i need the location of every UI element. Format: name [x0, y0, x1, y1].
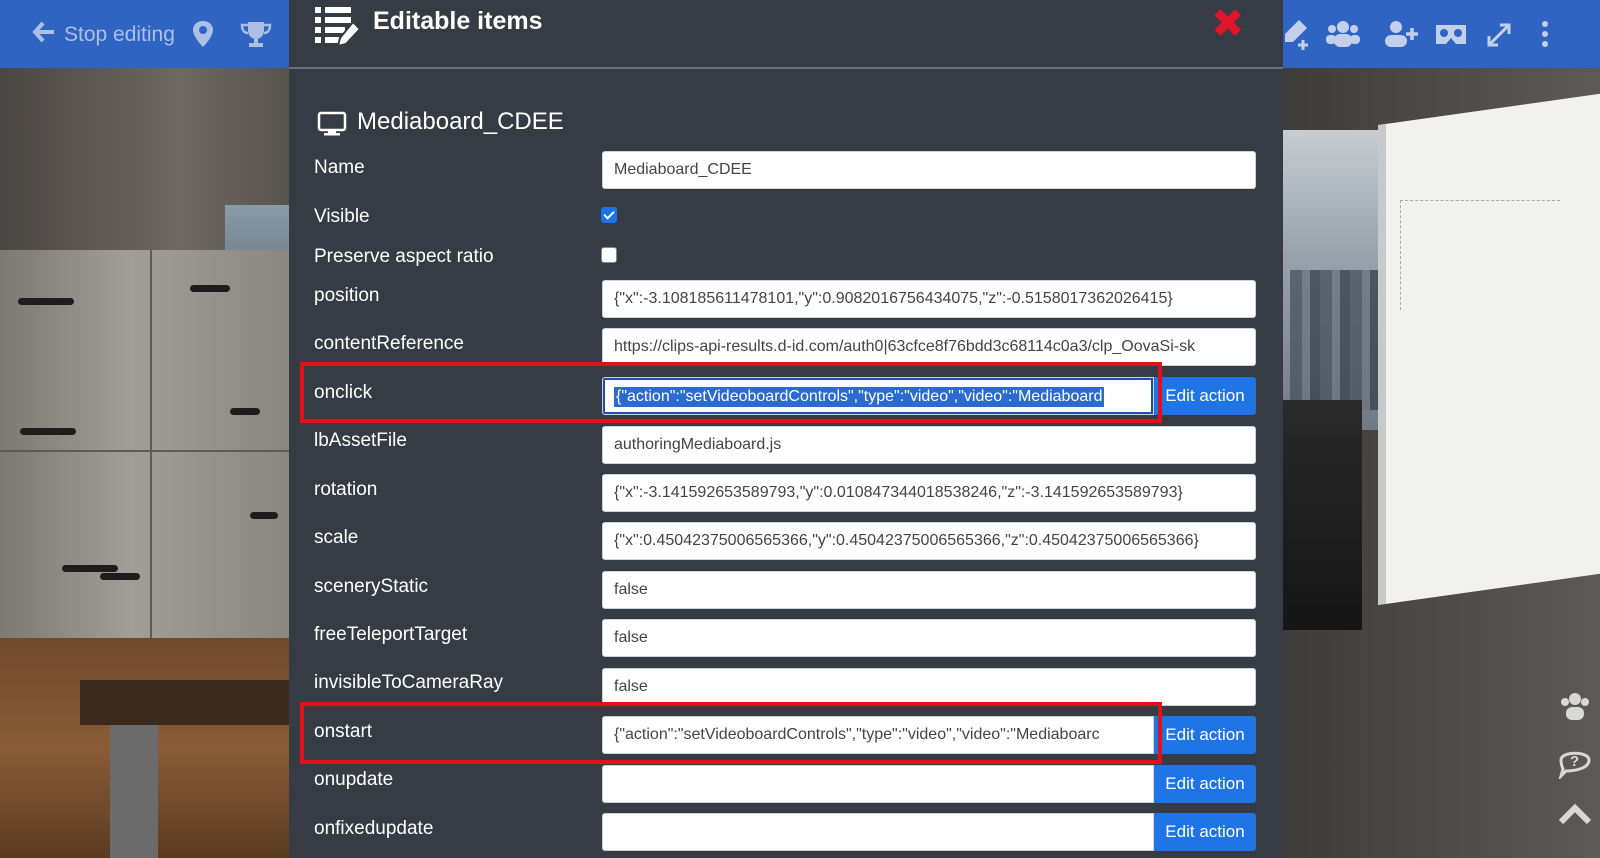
- cabinet-handle: [62, 565, 118, 572]
- field-row-onfixedupdate: onfixedupdate Edit action: [289, 813, 1283, 853]
- field-label: invisibleToCameraRay: [314, 672, 504, 693]
- field-row-rotation: rotation {"x":-3.141592653589793,"y":0.0…: [289, 474, 1283, 514]
- rotation-input[interactable]: {"x":-3.141592653589793,"y":0.0108473440…: [602, 474, 1256, 512]
- expand-icon[interactable]: [1486, 22, 1512, 53]
- cabinet-handle: [250, 512, 278, 519]
- field-row-onupdate: onupdate Edit action: [289, 765, 1283, 805]
- field-row-scenery-static: sceneryStatic false: [289, 571, 1283, 611]
- onclick-input[interactable]: {"action":"setVideoboardControls","type"…: [602, 377, 1154, 415]
- stop-editing-label: Stop editing: [64, 23, 175, 46]
- table-top: [80, 680, 300, 725]
- field-label: contentReference: [314, 333, 464, 354]
- more-vertical-icon[interactable]: [1540, 20, 1550, 53]
- field-label: onclick: [314, 382, 373, 403]
- stop-editing-button[interactable]: Stop editing: [32, 20, 175, 50]
- field-row-onclick: onclick {"action":"setVideoboardControls…: [289, 377, 1283, 417]
- lb-asset-file-input[interactable]: authoringMediaboard.js: [602, 426, 1256, 464]
- arrow-left-icon: [32, 20, 56, 50]
- whiteboard[interactable]: [1378, 93, 1600, 606]
- onfixedupdate-input[interactable]: [602, 813, 1154, 851]
- field-row-onstart: onstart {"action":"setVideoboardControls…: [289, 716, 1283, 756]
- field-label: Visible: [314, 206, 370, 227]
- onfixedupdate-edit-action-button[interactable]: Edit action: [1154, 813, 1256, 851]
- field-label: position: [314, 285, 380, 306]
- trophy-icon[interactable]: [240, 20, 272, 53]
- field-label: scale: [314, 527, 359, 548]
- list-edit-icon: [313, 4, 363, 55]
- invisible-to-camera-ray-input[interactable]: false: [602, 668, 1256, 706]
- cabinet-handle: [18, 298, 74, 305]
- free-teleport-target-input[interactable]: false: [602, 619, 1256, 657]
- cabinet-handle: [100, 573, 140, 580]
- preserve-aspect-ratio-checkbox[interactable]: [601, 247, 617, 263]
- field-row-position: position {"x":-3.108185611478101,"y":0.9…: [289, 280, 1283, 320]
- dialog-header: Editable items ✖: [289, 0, 1283, 69]
- field-row-preserve-aspect-ratio: Preserve aspect ratio: [289, 240, 1283, 280]
- field-row-name: Name Mediaboard_CDEE: [289, 151, 1283, 191]
- field-row-lb-asset-file: lbAssetFile authoringMediaboard.js: [289, 426, 1283, 466]
- position-input[interactable]: {"x":-3.108185611478101,"y":0.9082016756…: [602, 280, 1256, 318]
- users-icon[interactable]: [1326, 20, 1360, 53]
- cabinet-handle: [230, 408, 260, 415]
- field-row-scale: scale {"x":0.45042375006565366,"y":0.450…: [289, 522, 1283, 562]
- laptop: [1282, 400, 1362, 630]
- field-label: Name: [314, 157, 365, 178]
- map-pin-icon[interactable]: [192, 20, 214, 53]
- onupdate-edit-action-button[interactable]: Edit action: [1154, 765, 1256, 803]
- field-label: onupdate: [314, 769, 394, 790]
- editable-items-dialog: Editable items ✖ Mediaboard_CDEE Name Me…: [289, 0, 1283, 858]
- field-label: onfixedupdate: [314, 818, 434, 839]
- field-row-free-teleport-target: freeTeleportTarget false: [289, 619, 1283, 659]
- monitor-icon: [317, 111, 347, 142]
- visible-checkbox[interactable]: [601, 207, 617, 223]
- field-label: lbAssetFile: [314, 430, 407, 451]
- edit-add-icon[interactable]: [1283, 18, 1311, 55]
- content-reference-input[interactable]: https://clips-api-results.d-id.com/auth0…: [602, 328, 1256, 366]
- dialog-title: Editable items: [373, 7, 543, 35]
- field-label: freeTeleportTarget: [314, 624, 468, 645]
- field-row-content-reference: contentReference https://clips-api-resul…: [289, 328, 1283, 368]
- svg-text:?: ?: [1570, 753, 1579, 770]
- add-user-icon[interactable]: [1384, 20, 1418, 53]
- field-label: sceneryStatic: [314, 576, 429, 597]
- selected-text: {"action":"setVideoboardControls","type"…: [614, 387, 1105, 407]
- cabinet-handle: [20, 428, 76, 435]
- onstart-input[interactable]: {"action":"setVideoboardControls","type"…: [602, 716, 1154, 754]
- item-name-heading: Mediaboard_CDEE: [357, 108, 564, 135]
- close-icon[interactable]: ✖: [1211, 4, 1245, 44]
- scenery-static-input[interactable]: false: [602, 571, 1256, 609]
- field-row-invisible-to-camera-ray: invisibleToCameraRay false: [289, 668, 1283, 708]
- onupdate-input[interactable]: [602, 765, 1154, 803]
- field-label: Preserve aspect ratio: [314, 246, 494, 267]
- onstart-edit-action-button[interactable]: Edit action: [1154, 716, 1256, 754]
- cabinet-handle: [190, 285, 230, 292]
- vr-headset-icon[interactable]: [1434, 22, 1468, 53]
- table-leg: [110, 725, 158, 858]
- help-chat-icon[interactable]: ?: [1557, 745, 1592, 787]
- name-input[interactable]: Mediaboard_CDEE: [602, 151, 1256, 189]
- whiteboard-sketch: [1400, 200, 1560, 310]
- onclick-edit-action-button[interactable]: Edit action: [1154, 377, 1256, 415]
- field-label: onstart: [314, 721, 373, 742]
- scale-input[interactable]: {"x":0.45042375006565366,"y":0.450423750…: [602, 522, 1256, 560]
- field-label: rotation: [314, 479, 378, 500]
- users-icon[interactable]: [1558, 690, 1592, 730]
- field-row-visible: Visible: [289, 200, 1283, 240]
- chevron-up-icon[interactable]: [1558, 800, 1592, 834]
